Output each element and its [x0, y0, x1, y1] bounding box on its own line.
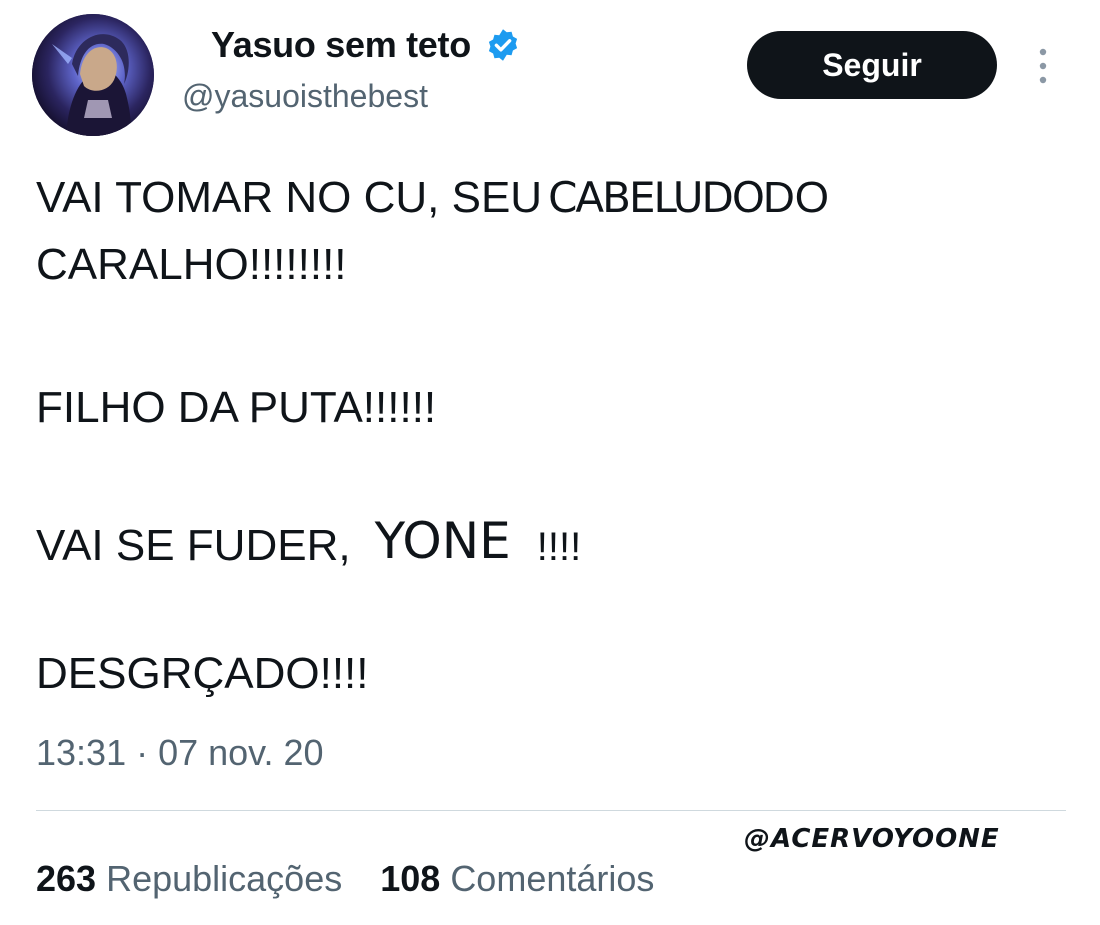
comments-count: 108 [380, 858, 441, 899]
avatar-image [32, 14, 154, 136]
author-display-name[interactable]: Yasuo sem teto [211, 24, 521, 66]
tweet-text-line-1: VAI TOMAR NO CU, SEU CABELUDODO [36, 176, 829, 220]
watermark-text: @ACERVOYOONE [744, 824, 1000, 854]
tweet-line-1-prefix: VAI TOMAR NO CU, SEU [36, 173, 543, 222]
tweet-line-4-suffix: !!!! [536, 525, 582, 569]
verified-badge-icon [485, 27, 521, 63]
tweet-edited-name: YONE [374, 512, 511, 570]
author-handle[interactable]: @yasuoisthebest [182, 78, 428, 115]
tweet-edited-word: CABELUDO [548, 173, 765, 222]
comments-label: Comentários [450, 858, 655, 899]
reposts-count: 263 [36, 858, 97, 899]
display-name-text: Yasuo sem teto [211, 24, 471, 65]
profile-avatar[interactable] [32, 14, 154, 136]
tweet-text-line-4: VAI SE FUDER, YONE!!!! [36, 516, 582, 570]
engagement-stats: 263 Republicações 108 Comentários [36, 858, 654, 900]
tweet-line-4-prefix: VAI SE FUDER, [36, 521, 351, 570]
divider [36, 810, 1066, 811]
tweet-timestamp[interactable]: 13:31 · 07 nov. 20 [36, 732, 324, 774]
comments-stat[interactable]: 108 Comentários [380, 858, 654, 900]
tweet-line-1-suffix: DO [762, 173, 829, 222]
tweet-text-line-5: DESGRÇADO!!!! [36, 649, 369, 698]
tweet-text-line-3: FILHO DA PUTA!!!!!! [36, 383, 437, 432]
more-vertical-icon[interactable] [1028, 46, 1058, 86]
reposts-stat[interactable]: 263 Republicações [36, 858, 342, 900]
tweet-text-line-2: CARALHO!!!!!!!! [36, 240, 347, 289]
follow-button[interactable]: Seguir [747, 31, 997, 99]
reposts-label: Republicações [106, 858, 343, 899]
